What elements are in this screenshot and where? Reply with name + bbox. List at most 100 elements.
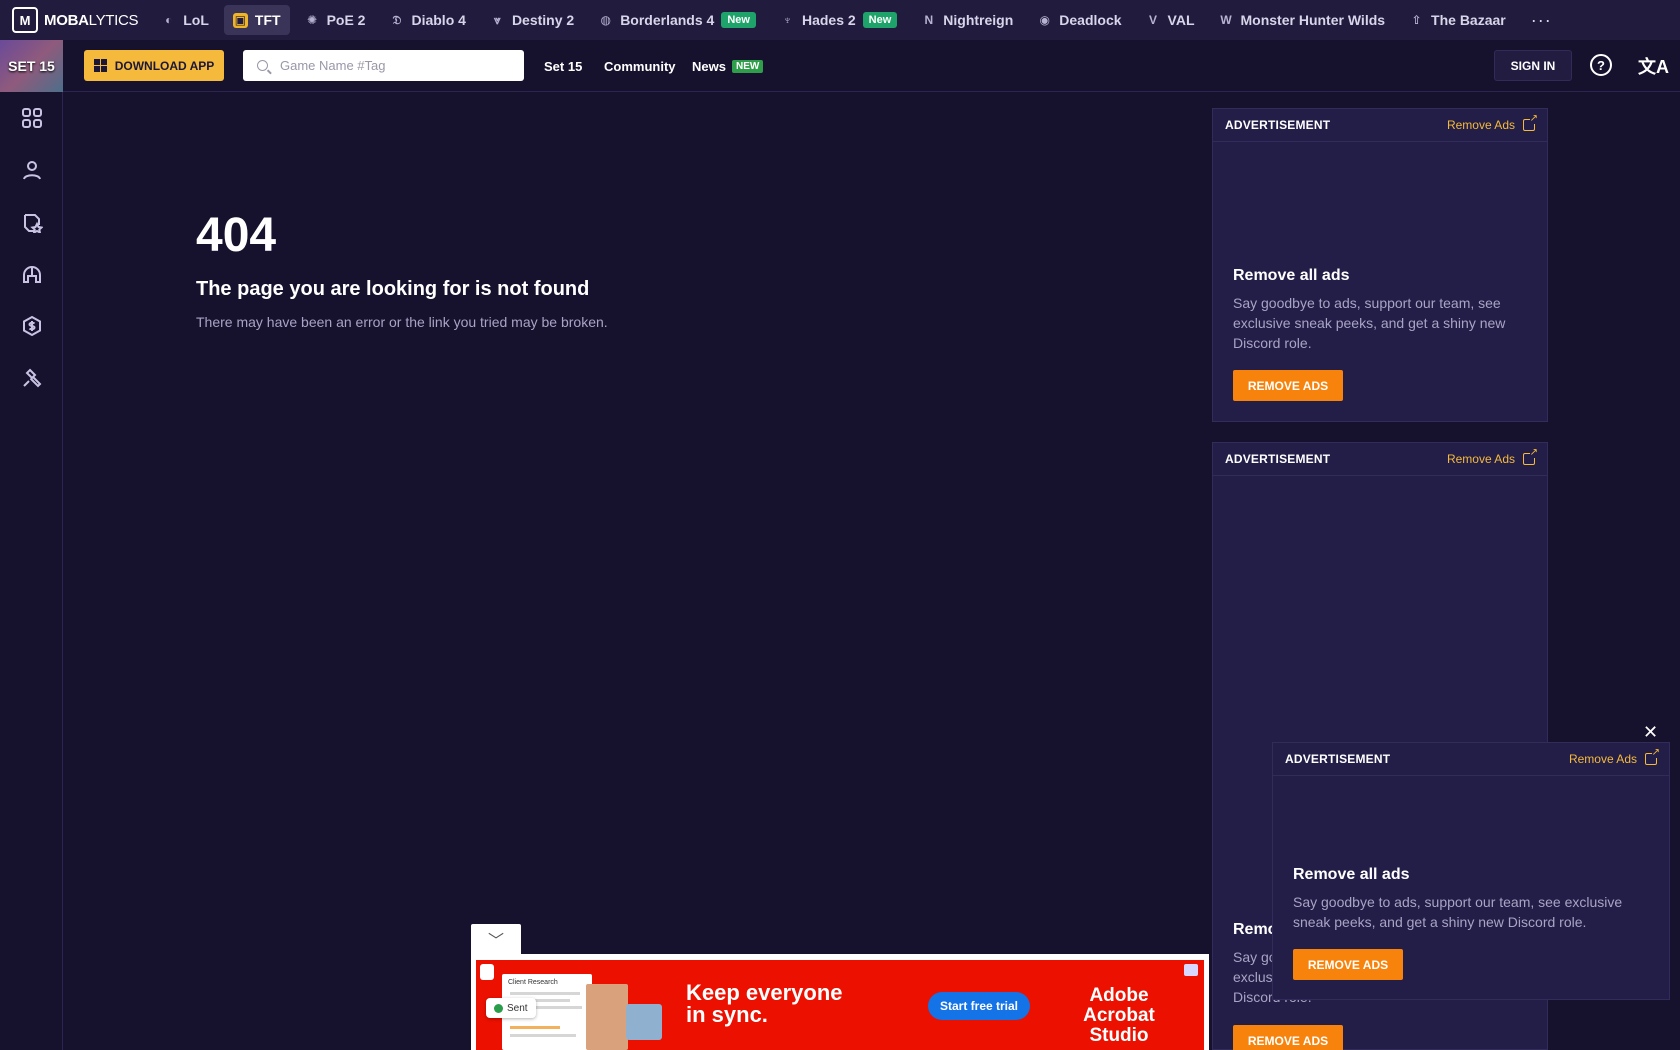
nav-community[interactable]: Community [604, 40, 676, 92]
game-tab-label: Borderlands 4 [620, 12, 715, 28]
tools-hammer-icon[interactable] [20, 366, 44, 390]
remove-ads-title: Remove all ads [1293, 866, 1410, 883]
search-box[interactable] [243, 50, 524, 81]
nav-set[interactable]: Set 15 [544, 40, 582, 92]
game-tab-hades-2[interactable]: ♆ Hades 2 New [771, 5, 906, 35]
ad-panel-floating: ADVERTISEMENT Remove Ads Remove all ads … [1272, 742, 1670, 1000]
remove-ads-button[interactable]: REMOVE ADS [1233, 370, 1343, 401]
champions-helmet-icon[interactable] [20, 262, 44, 286]
external-link-icon [1523, 114, 1538, 131]
remove-ads-link-label: Remove Ads [1446, 118, 1515, 132]
close-icon[interactable]: ✕ [1643, 722, 1658, 743]
game-tab-label: Hades 2 [801, 12, 856, 28]
sent-chip: Sent [486, 998, 536, 1018]
lol-icon: ◐ [165, 13, 173, 27]
remove-ads-text-line-2: exclus [1233, 969, 1273, 985]
news-new-badge: NEW [731, 59, 764, 73]
game-tab-destiny-2[interactable]: ⩔ Destiny 2 [481, 5, 583, 35]
hades-icon: ♆ [782, 13, 792, 27]
more-games-icon[interactable]: ··· [1521, 10, 1562, 31]
download-app-button[interactable]: DOWNLOAD APP [84, 50, 224, 81]
poe2-icon: ✺ [307, 13, 318, 27]
banner-brand-line-2: Acrobat Studio [1083, 1005, 1155, 1046]
bazaar-icon: ⇧ [1411, 13, 1422, 27]
remove-ads-button[interactable]: REMOVE ADS [1233, 1025, 1343, 1050]
mhw-icon: W [1220, 13, 1232, 27]
game-tab-label: TFT [254, 12, 281, 28]
help-icon[interactable]: ? [1590, 54, 1612, 76]
valorant-icon: V [1149, 13, 1158, 27]
game-tab-tft[interactable]: ▣ TFT [223, 5, 290, 35]
ad-panel-header: ADVERTISEMENT Remove Ads [1213, 443, 1547, 476]
game-tab-label: Deadlock [1059, 12, 1122, 28]
mobalytics-logo-icon: M [12, 7, 38, 33]
game-tab-borderlands-4[interactable]: ◍ Borderlands 4 New [589, 5, 765, 35]
game-tab-label: LoL [183, 12, 209, 28]
remove-ads-link-label: Remove Ads [1446, 452, 1515, 466]
game-tab-lol[interactable]: ◐ LoL [152, 5, 218, 35]
ad-label: ADVERTISEMENT [1225, 118, 1331, 132]
banner-product-photo [626, 1004, 662, 1040]
game-tab-diablo-4[interactable]: 𝔇 Diablo 4 [380, 5, 474, 35]
sub-header: SET 15 DOWNLOAD APP Set 15 Community New… [0, 40, 1680, 92]
remove-ads-title-partial: Remo [1233, 921, 1278, 938]
dashboard-grid-icon[interactable] [20, 106, 44, 130]
borderlands-icon: ◍ [600, 13, 611, 27]
game-tab-nightreign[interactable]: N Nightreign [912, 5, 1022, 35]
banner-ad[interactable]: Client Research Sent Keep everyone in sy… [476, 960, 1204, 1050]
remove-ads-link-label: Remove Ads [1568, 752, 1637, 766]
game-tab-the-bazaar[interactable]: ⇧ The Bazaar [1400, 5, 1515, 35]
download-app-label: DOWNLOAD APP [114, 58, 215, 73]
tier-list-icon[interactable] [20, 210, 44, 234]
new-badge: New [862, 12, 898, 28]
sign-in-button[interactable]: SIGN IN [1494, 50, 1572, 81]
error-description: There may have been an error or the link… [196, 314, 608, 330]
check-icon [494, 1003, 503, 1013]
collapse-banner-button[interactable]: ﹀ [471, 924, 521, 954]
diablo-icon: 𝔇 [392, 12, 402, 27]
search-icon [257, 60, 268, 71]
adchoices-icon[interactable] [1184, 964, 1198, 976]
game-tab-deadlock[interactable]: ◉ Deadlock [1028, 5, 1130, 35]
game-tab-poe-2[interactable]: ✺ PoE 2 [296, 5, 375, 35]
start-free-trial-button[interactable]: Start free trial [928, 992, 1030, 1020]
remove-ads-text: Say goodbye to ads, support our team, se… [1233, 295, 1506, 351]
nightreign-icon: N [924, 13, 934, 27]
game-tab-label: Nightreign [943, 12, 1014, 28]
sidebar [0, 92, 63, 1050]
remove-ads-link[interactable]: Remove Ads [1568, 748, 1660, 766]
game-tab-label: Diablo 4 [411, 12, 466, 28]
ad-label: ADVERTISEMENT [1285, 752, 1391, 766]
game-tab-label: The Bazaar [1431, 12, 1506, 28]
error-title: The page you are looking for is not foun… [196, 278, 590, 300]
game-tabs: ◐ LoL ▣ TFT ✺ PoE 2 𝔇 Diablo 4 ⩔ Destiny 2 ◍ Border… [152, 5, 1521, 35]
remove-ads-text-line-1: Say go [1233, 949, 1277, 965]
ad-label: ADVERTISEMENT [1225, 452, 1331, 466]
banner-headline: Keep everyone in sync. [686, 980, 843, 1027]
deadlock-icon: ◉ [1039, 13, 1051, 27]
game-tab-monster-hunter-wilds[interactable]: W Monster Hunter Wilds [1210, 5, 1395, 35]
logo-text: MOBALYTICS [44, 11, 139, 29]
remove-ads-link[interactable]: Remove Ads [1446, 114, 1538, 132]
search-input[interactable] [280, 58, 500, 73]
game-tab-label: Monster Hunter Wilds [1240, 12, 1386, 28]
mobalytics-logo[interactable]: M MOBALYTICS [12, 7, 139, 33]
language-icon[interactable]: 文A [1638, 53, 1669, 79]
nav-news[interactable]: News NEW [692, 40, 764, 92]
remove-ads-text: Say goodbye to ads, support our team, se… [1293, 894, 1623, 930]
banner-doc-title: Client Research [508, 979, 558, 986]
remove-ads-link[interactable]: Remove Ads [1446, 448, 1538, 466]
ad-panel-header: ADVERTISEMENT Remove Ads [1273, 743, 1669, 776]
banner-person-photo [586, 984, 628, 1050]
error-code: 404 [196, 209, 277, 262]
coin-hexagon-icon[interactable] [20, 314, 44, 338]
remove-ads-button[interactable]: REMOVE ADS [1293, 949, 1403, 980]
game-tab-label: VAL [1167, 12, 1195, 28]
shield-icon [480, 964, 494, 980]
windows-icon [93, 59, 107, 72]
profile-icon[interactable] [20, 158, 44, 182]
tft-icon: ▣ [232, 12, 248, 28]
game-tab-val[interactable]: V VAL [1137, 5, 1204, 35]
ad-panel-top: ADVERTISEMENT Remove Ads Remove all ads … [1212, 108, 1548, 422]
set-badge[interactable]: SET 15 [0, 40, 63, 92]
